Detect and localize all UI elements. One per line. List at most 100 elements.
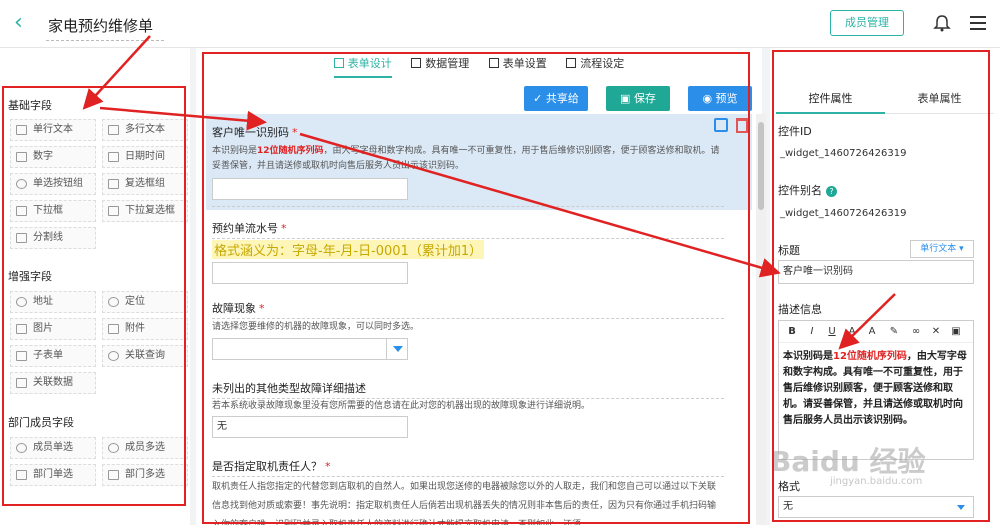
location-pin-icon bbox=[16, 297, 27, 307]
field-dropdown[interactable]: 下拉框 bbox=[10, 200, 96, 222]
field-multi-text[interactable]: 多行文本 bbox=[102, 119, 188, 141]
flow-icon bbox=[566, 58, 577, 68]
tab-form-settings[interactable]: 表单设置 bbox=[488, 52, 547, 76]
control-alias-value: _widget_1460726426319 bbox=[780, 208, 907, 219]
back-arrow-icon[interactable]: ‹ bbox=[14, 12, 23, 34]
form-field[interactable]: 故障现象 * 请选择您要维修的机器的故障现象，可以同时多选。 bbox=[206, 292, 752, 368]
field-image[interactable]: 图片 bbox=[10, 318, 96, 340]
divider bbox=[212, 206, 724, 207]
form-field-selected[interactable]: 客户唯一识别码 * 本识别码是12位随机序列码，由大写字母和数字构成。具有唯一不可… bbox=[206, 114, 752, 210]
save-button[interactable]: ▣ 保存 bbox=[606, 86, 670, 111]
form-field[interactable]: 预约单流水号 * 格式涵义为：字母-年-月-日-0001（累计加1） bbox=[206, 210, 752, 290]
description-text: 本识别码是12位随机序列码，由大写字母和数字构成。具有唯一不可重复性，用于售后维… bbox=[783, 351, 967, 426]
tab-form-design[interactable]: 表单设计 bbox=[333, 52, 392, 78]
dept-fields-title: 部门成员字段 bbox=[8, 416, 74, 429]
field-label: 未列出的其他类型故障详细描述 bbox=[212, 382, 366, 395]
basic-fields-title: 基础字段 bbox=[8, 99, 52, 112]
bold-button[interactable]: B bbox=[785, 325, 799, 339]
field-attachment[interactable]: 附件 bbox=[102, 318, 188, 340]
brush-icon[interactable]: ✎ bbox=[887, 325, 901, 339]
field-input[interactable] bbox=[212, 262, 408, 284]
editor-toolbar: B I U A A ✎ ∞ ✕ ▣ bbox=[779, 321, 973, 343]
org-icon bbox=[16, 470, 27, 480]
field-datetime[interactable]: 日期时间 bbox=[102, 146, 188, 168]
divider bbox=[212, 238, 724, 239]
number-icon bbox=[16, 152, 27, 162]
font-color-button[interactable]: A bbox=[845, 325, 859, 339]
field-description: 若本系统收录故障现象里没有您所需要的信息请在此对您的机器出现的故障现象进行详细说… bbox=[212, 401, 591, 411]
italic-button[interactable]: I bbox=[805, 325, 819, 339]
tab-data-management[interactable]: 数据管理 bbox=[411, 52, 469, 76]
tab-form-properties[interactable]: 表单属性 bbox=[885, 86, 994, 112]
control-type-dropdown[interactable]: 单行文本 ▾ bbox=[910, 240, 974, 258]
field-label: 是否指定取机责任人？ * bbox=[212, 460, 331, 473]
field-description: 本识别码是12位随机序列码，由大写字母和数字构成。具有唯一不可重复性，用于售后维… bbox=[212, 146, 720, 171]
fault-select[interactable] bbox=[212, 338, 408, 360]
members-button[interactable]: 成员管理 bbox=[830, 10, 904, 36]
field-address[interactable]: 地址 bbox=[10, 291, 96, 313]
divider-icon bbox=[16, 233, 27, 243]
form-fields: 客户唯一识别码 * 本识别码是12位随机序列码，由大写字母和数字构成。具有唯一不可… bbox=[206, 114, 752, 525]
dropdown-icon bbox=[108, 206, 119, 216]
field-dept-multi[interactable]: 部门多选 bbox=[102, 464, 188, 486]
table-icon bbox=[16, 351, 27, 361]
trash-icon[interactable] bbox=[736, 118, 748, 133]
checkbox-icon bbox=[108, 179, 119, 189]
field-number[interactable]: 数字 bbox=[10, 146, 96, 168]
menu-icon[interactable] bbox=[970, 16, 986, 30]
field-description: 请选择您要维修的机器的故障现象，可以同时多选。 bbox=[212, 322, 420, 332]
divider bbox=[212, 318, 724, 319]
preview-button[interactable]: ◉ 预览 bbox=[688, 86, 752, 111]
help-icon[interactable]: ? bbox=[826, 186, 837, 197]
divider bbox=[212, 476, 724, 477]
form-field[interactable]: 未列出的其他类型故障详细描述 若本系统收录故障现象里没有您所需要的信息请在此对您… bbox=[206, 372, 752, 442]
text-icon bbox=[108, 125, 119, 135]
top-tabs: 表单设计 数据管理 表单设置 流程设定 bbox=[196, 52, 762, 78]
page-title: 家电预约维修单 bbox=[48, 17, 154, 35]
copy-icon[interactable] bbox=[714, 118, 728, 132]
table-icon bbox=[411, 58, 422, 68]
highlight-button[interactable]: A bbox=[865, 325, 879, 339]
field-linked-query[interactable]: 关联查询 bbox=[102, 345, 188, 367]
chevron-down-icon[interactable] bbox=[386, 338, 408, 360]
gear-icon bbox=[488, 58, 499, 68]
description-editor[interactable]: B I U A A ✎ ∞ ✕ ▣ 本识别码是12位随机序列码，由大写字母和数字… bbox=[778, 320, 974, 460]
image-icon[interactable]: ▣ bbox=[949, 325, 963, 339]
field-member-single[interactable]: 成员单选 bbox=[10, 437, 96, 459]
field-single-text[interactable]: 单行文本 bbox=[10, 119, 96, 141]
field-linked-data[interactable]: 关联数据 bbox=[10, 372, 96, 394]
database-icon bbox=[16, 378, 27, 388]
field-input[interactable] bbox=[212, 178, 408, 200]
field-dept-single[interactable]: 部门单选 bbox=[10, 464, 96, 486]
calendar-icon bbox=[108, 152, 119, 162]
search-icon bbox=[108, 351, 119, 361]
field-checkbox-group[interactable]: 复选框组 bbox=[102, 173, 188, 195]
format-select[interactable]: 无 bbox=[778, 496, 974, 518]
tab-control-properties[interactable]: 控件属性 bbox=[776, 86, 885, 114]
target-icon bbox=[108, 297, 119, 307]
field-subform[interactable]: 子表单 bbox=[10, 345, 96, 367]
org-icon bbox=[108, 470, 119, 480]
watermark: Baidu 经验 bbox=[770, 445, 926, 478]
underline-button[interactable]: U bbox=[825, 325, 839, 339]
field-dropdown-multi[interactable]: 下拉复选框 bbox=[102, 200, 188, 222]
form-field[interactable]: 是否指定取机责任人？ * 取机责任人指您指定的代替您到店取机的自然人。如果出现您送… bbox=[206, 452, 752, 525]
tab-workflow[interactable]: 流程设定 bbox=[566, 52, 624, 76]
text-icon bbox=[16, 125, 27, 135]
field-divider[interactable]: 分割线 bbox=[10, 227, 96, 249]
scrollbar-thumb[interactable] bbox=[758, 122, 764, 210]
bell-icon[interactable] bbox=[932, 13, 952, 33]
edit-icon bbox=[333, 58, 344, 68]
properties-tabs: 控件属性 表单属性 bbox=[776, 86, 994, 114]
field-input[interactable]: 无 bbox=[212, 416, 408, 438]
field-geolocation[interactable]: 定位 bbox=[102, 291, 188, 313]
share-button[interactable]: ✓ 共享给 bbox=[524, 86, 588, 111]
user-icon bbox=[16, 443, 27, 453]
format-label: 格式 bbox=[778, 480, 800, 493]
field-label: 预约单流水号 * bbox=[212, 222, 287, 235]
link-icon[interactable]: ∞ bbox=[909, 325, 923, 339]
field-member-multi[interactable]: 成员多选 bbox=[102, 437, 188, 459]
title-input[interactable]: 客户唯一识别码 bbox=[778, 260, 974, 284]
unlink-icon[interactable]: ✕ bbox=[929, 325, 943, 339]
field-radio-group[interactable]: 单选按钮组 bbox=[10, 173, 96, 195]
